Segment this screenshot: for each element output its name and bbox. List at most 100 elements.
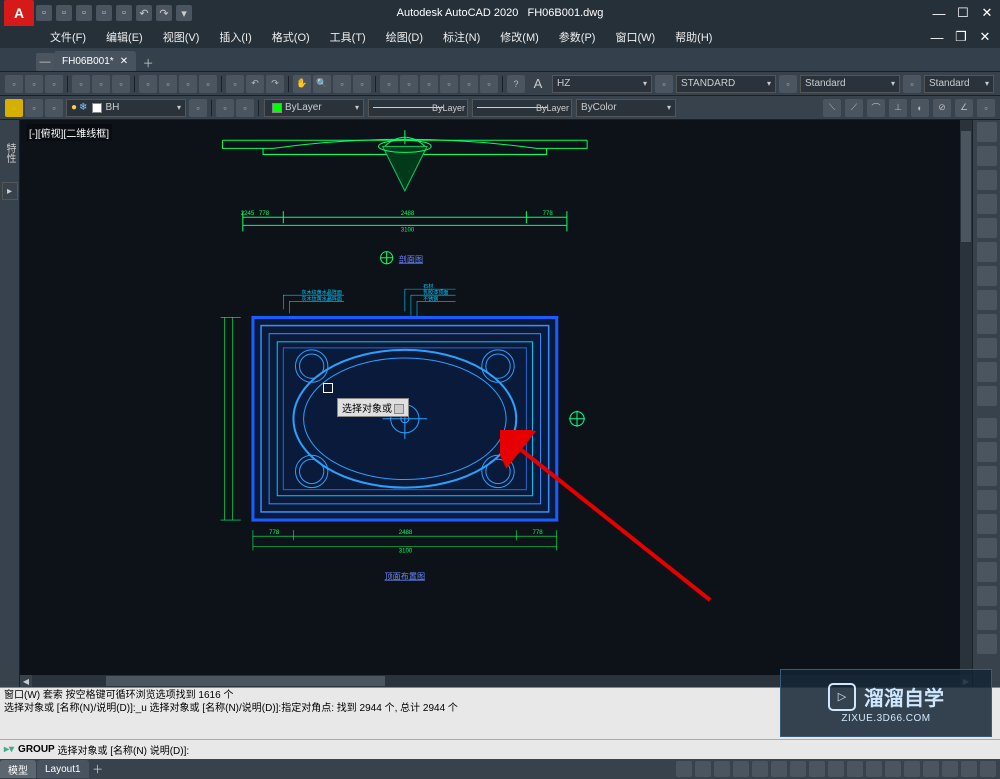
- window-minimize-button[interactable]: —: [930, 6, 948, 20]
- mleader-style-icon[interactable]: ▫: [903, 75, 921, 93]
- redo-icon[interactable]: ↷: [266, 75, 284, 93]
- text-icon[interactable]: [977, 290, 997, 310]
- layer-iso-icon[interactable]: ▫: [45, 99, 63, 117]
- status-annoscale-icon[interactable]: [866, 761, 882, 777]
- print-icon[interactable]: ▫: [72, 75, 90, 93]
- window-close-button[interactable]: ✕: [978, 6, 996, 20]
- qat-saveas-icon[interactable]: ▫: [96, 5, 112, 21]
- text-style-button[interactable]: A: [527, 75, 549, 93]
- status-osnap-icon[interactable]: [752, 761, 768, 777]
- menu-window[interactable]: 窗口(W): [605, 29, 665, 45]
- status-polar-icon[interactable]: [733, 761, 749, 777]
- sheet-set-icon[interactable]: ▫: [440, 75, 458, 93]
- dim-diameter-icon[interactable]: ⊘: [933, 99, 951, 117]
- extend-icon[interactable]: [977, 562, 997, 582]
- plot-style-dropdown[interactable]: ByColor▾: [576, 99, 676, 117]
- vertical-scrollbar[interactable]: [960, 120, 972, 675]
- block-icon[interactable]: ▫: [226, 75, 244, 93]
- polyline-icon[interactable]: [977, 146, 997, 166]
- qat-dropdown-icon[interactable]: ▾: [176, 5, 192, 21]
- add-layout-button[interactable]: ＋: [90, 761, 106, 777]
- new-tab-button[interactable]: ＋: [138, 55, 158, 71]
- status-custom-icon[interactable]: [980, 761, 996, 777]
- menu-view[interactable]: 视图(V): [153, 29, 210, 45]
- calc-icon[interactable]: ▫: [480, 75, 498, 93]
- menu-file[interactable]: 文件(F): [40, 29, 96, 45]
- menu-parametric[interactable]: 参数(P): [549, 29, 606, 45]
- point-icon[interactable]: [977, 338, 997, 358]
- layer-state-icon[interactable]: ▫: [25, 99, 43, 117]
- paste-icon[interactable]: ▫: [179, 75, 197, 93]
- qat-new-icon[interactable]: ▫: [36, 5, 52, 21]
- status-otrack-icon[interactable]: [771, 761, 787, 777]
- dim-ordinate-icon[interactable]: ⊥: [889, 99, 907, 117]
- block-icon[interactable]: [977, 386, 997, 406]
- menu-help[interactable]: 帮助(H): [665, 29, 722, 45]
- status-transparency-icon[interactable]: [809, 761, 825, 777]
- status-hw-icon[interactable]: [942, 761, 958, 777]
- drawing-canvas[interactable]: [-][俯视][二维线框] 2245: [20, 120, 972, 687]
- properties-icon[interactable]: ▫: [380, 75, 398, 93]
- status-lwt-icon[interactable]: [790, 761, 806, 777]
- mleader-style-dropdown[interactable]: Standard▾: [924, 75, 994, 93]
- document-tab[interactable]: FH06B001* ✕: [54, 51, 136, 71]
- designcenter-icon[interactable]: ▫: [400, 75, 418, 93]
- doc-restore-button[interactable]: ❐: [952, 30, 970, 44]
- qat-open-icon[interactable]: ▫: [56, 5, 72, 21]
- menu-tools[interactable]: 工具(T): [320, 29, 376, 45]
- dim-angular-icon[interactable]: ∠: [955, 99, 973, 117]
- linetype-dropdown[interactable]: ByLayer: [368, 99, 468, 117]
- menu-draw[interactable]: 绘图(D): [376, 29, 433, 45]
- trim-icon[interactable]: [977, 538, 997, 558]
- doc-minimize-button[interactable]: —: [928, 30, 946, 44]
- qat-redo-icon[interactable]: ↷: [156, 5, 172, 21]
- font-dropdown[interactable]: HZ▾: [552, 75, 652, 93]
- open-icon[interactable]: ▫: [25, 75, 43, 93]
- copy-icon[interactable]: [977, 442, 997, 462]
- status-qp-icon[interactable]: [828, 761, 844, 777]
- document-tab-close-icon[interactable]: ✕: [120, 56, 128, 67]
- help-icon[interactable]: ?: [507, 75, 525, 93]
- layer-manager-icon[interactable]: ▫: [5, 99, 23, 117]
- make-current-icon[interactable]: ▫: [216, 99, 234, 117]
- hatch-icon[interactable]: [977, 266, 997, 286]
- layer-match-icon[interactable]: ▫: [189, 99, 207, 117]
- menu-insert[interactable]: 插入(I): [209, 29, 261, 45]
- markup-icon[interactable]: ▫: [460, 75, 478, 93]
- dim-quick-icon[interactable]: ▫: [977, 99, 995, 117]
- palette-toggle-icon[interactable]: ▸: [2, 182, 18, 200]
- cut-icon[interactable]: ▫: [139, 75, 157, 93]
- pan-icon[interactable]: ✋: [293, 75, 311, 93]
- save-icon[interactable]: ▫: [45, 75, 63, 93]
- dim-style-icon[interactable]: ▫: [655, 75, 673, 93]
- rotate-icon[interactable]: [977, 466, 997, 486]
- app-logo[interactable]: A: [4, 0, 34, 26]
- layer-prev-icon[interactable]: ▫: [236, 99, 254, 117]
- doc-close-button[interactable]: ✕: [976, 30, 994, 44]
- table-icon[interactable]: [977, 314, 997, 334]
- menu-modify[interactable]: 修改(M): [490, 29, 549, 45]
- tab-list-button[interactable]: —: [36, 53, 54, 71]
- erase-icon[interactable]: [977, 634, 997, 654]
- window-maximize-button[interactable]: ☐: [954, 6, 972, 20]
- move-icon[interactable]: [977, 418, 997, 438]
- layer-dropdown[interactable]: ●❄ BH ▾: [66, 99, 186, 117]
- new-icon[interactable]: ▫: [5, 75, 23, 93]
- status-snap-icon[interactable]: [695, 761, 711, 777]
- undo-icon[interactable]: ↶: [246, 75, 264, 93]
- status-grid-icon[interactable]: [676, 761, 692, 777]
- menu-format[interactable]: 格式(O): [262, 29, 320, 45]
- status-ortho-icon[interactable]: [714, 761, 730, 777]
- zoom-prev-icon[interactable]: ▫: [353, 75, 371, 93]
- zoom-icon[interactable]: 🔍: [313, 75, 331, 93]
- status-monitor-icon[interactable]: [904, 761, 920, 777]
- zoom-window-icon[interactable]: ▫: [333, 75, 351, 93]
- qat-save-icon[interactable]: ▫: [76, 5, 92, 21]
- rectangle-icon[interactable]: [977, 218, 997, 238]
- match-icon[interactable]: ▫: [199, 75, 217, 93]
- mirror-icon[interactable]: [977, 490, 997, 510]
- palette-tab-properties[interactable]: 特性: [2, 128, 18, 178]
- menu-edit[interactable]: 编辑(E): [96, 29, 153, 45]
- status-clean-icon[interactable]: [961, 761, 977, 777]
- dim-arc-icon[interactable]: ⌒: [867, 99, 885, 117]
